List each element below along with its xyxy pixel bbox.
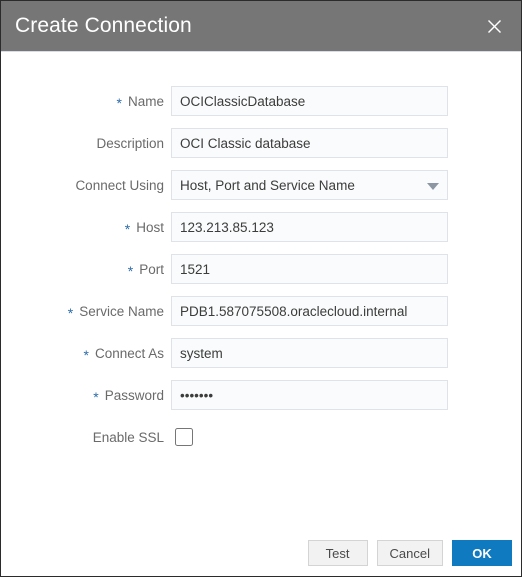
field-label-text: Connect As — [94, 345, 164, 361]
dialog-titlebar: Create Connection — [1, 1, 521, 52]
form-row: Description — [1, 122, 521, 164]
dialog-title: Create Connection — [15, 13, 192, 37]
field-label-text: Port — [139, 261, 164, 277]
required-asterisk: * — [67, 304, 74, 321]
required-asterisk: * — [116, 94, 122, 111]
connect-using-select[interactable] — [171, 170, 448, 200]
field-label-text: Connect Using — [75, 177, 164, 193]
field-label-text: Service Name — [79, 303, 164, 319]
form-row: * Name — [1, 80, 521, 122]
form-row: * Port — [1, 248, 521, 290]
form-row: * Password — [1, 374, 521, 416]
field-control — [171, 86, 448, 116]
field-label: Enable SSL — [1, 430, 171, 445]
field-label: Description — [1, 136, 171, 151]
port-input[interactable] — [171, 254, 448, 284]
required-asterisk: * — [93, 388, 99, 405]
form-row: * Service Name — [1, 290, 521, 332]
test-button[interactable]: Test — [307, 540, 368, 566]
field-label-text: Enable SSL — [92, 429, 164, 445]
form-row: * Host — [1, 206, 521, 248]
field-label: * Name — [1, 93, 171, 111]
cancel-button[interactable]: Cancel — [376, 540, 443, 566]
connect-using-select-value[interactable] — [171, 170, 448, 200]
field-label: * Password — [1, 387, 171, 405]
field-control — [171, 212, 448, 242]
field-label: * Port — [1, 261, 171, 279]
form-row: Enable SSL — [1, 416, 521, 458]
close-icon[interactable] — [479, 11, 509, 41]
required-asterisk: * — [124, 220, 131, 237]
field-label: * Host — [1, 219, 171, 237]
form-row: * Connect As — [1, 332, 521, 374]
field-control — [171, 338, 448, 368]
field-label-text: Password — [104, 387, 164, 403]
name-input[interactable] — [171, 86, 448, 116]
field-label-text: Host — [136, 219, 164, 235]
form-row: Connect Using — [1, 164, 521, 206]
password-input[interactable] — [171, 380, 448, 410]
field-label: Connect Using — [1, 178, 171, 193]
field-control — [171, 425, 448, 449]
connect-as-input[interactable] — [171, 338, 448, 368]
field-label-text: Description — [96, 135, 164, 151]
field-control — [171, 128, 448, 158]
field-control — [171, 170, 448, 200]
create-connection-dialog: Create Connection * Name Description Connec… — [0, 0, 522, 577]
enable-ssl-checkbox[interactable] — [175, 428, 193, 446]
field-control — [171, 254, 448, 284]
field-label-text: Name — [127, 93, 164, 109]
connection-form: *NameDescriptionConnect Using*Host*Port*… — [1, 52, 521, 530]
field-control — [171, 296, 448, 326]
required-asterisk: * — [83, 346, 89, 363]
dialog-footer: Test Cancel OK — [1, 530, 521, 576]
field-control — [171, 380, 448, 410]
service-name-input[interactable] — [171, 296, 448, 326]
field-label: * Connect As — [1, 345, 171, 363]
required-asterisk: * — [127, 262, 134, 279]
description-input[interactable] — [171, 128, 448, 158]
ok-button[interactable]: OK — [452, 540, 512, 566]
host-input[interactable] — [171, 212, 448, 242]
field-label: * Service Name — [1, 303, 171, 321]
